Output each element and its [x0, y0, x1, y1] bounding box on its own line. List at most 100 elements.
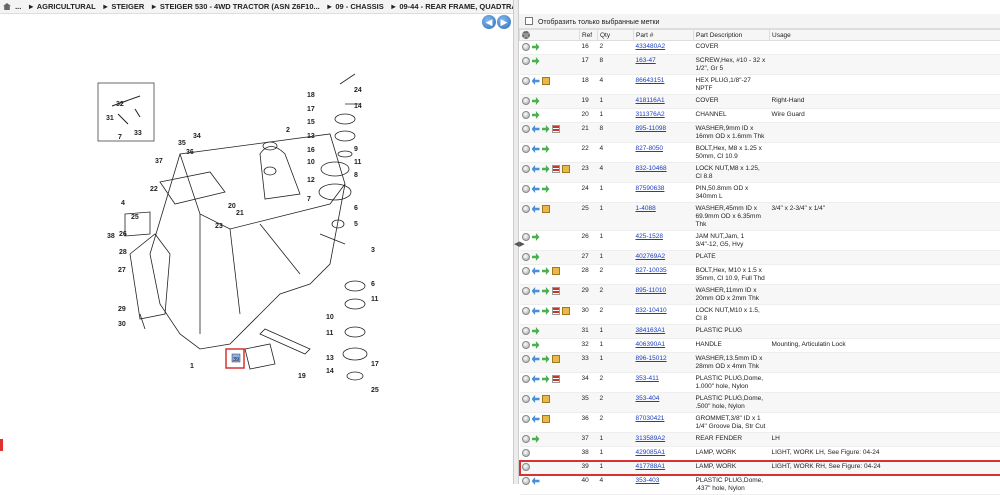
zoom-icon[interactable]	[522, 43, 530, 51]
part-number-link[interactable]: 832-10410	[636, 307, 667, 314]
go-arrow-icon[interactable]	[542, 125, 550, 133]
go-arrow-icon[interactable]	[532, 233, 540, 241]
part-number-link[interactable]: 353-403	[636, 477, 660, 484]
back-arrow-icon[interactable]	[532, 287, 540, 295]
back-arrow-icon[interactable]	[532, 395, 540, 403]
table-row[interactable]: 218895-11098WASHER,9mm ID x 16mm OD x 1.…	[520, 123, 1000, 143]
zoom-icon[interactable]	[522, 375, 530, 383]
zoom-icon[interactable]	[522, 205, 530, 213]
table-row[interactable]: 261425-1528JAM NUT,Jam, 1 3/4"-12, G5, H…	[520, 231, 1000, 251]
go-arrow-icon[interactable]	[542, 267, 550, 275]
go-arrow-icon[interactable]	[532, 341, 540, 349]
go-arrow-icon[interactable]	[532, 111, 540, 119]
breadcrumb-item[interactable]: ► 09 - CHASSIS	[326, 2, 384, 11]
table-row[interactable]: 391417788A1LAMP, WORKLIGHT, WORK RH, See…	[520, 461, 1000, 475]
go-arrow-icon[interactable]	[542, 355, 550, 363]
go-arrow-icon[interactable]	[542, 307, 550, 315]
manual-icon[interactable]	[552, 165, 560, 173]
table-row[interactable]: 282827-10035BOLT,Hex, M10 x 1.5 x 35mm, …	[520, 265, 1000, 285]
zoom-icon[interactable]	[522, 435, 530, 443]
settings-icon[interactable]	[522, 31, 530, 39]
header-qty[interactable]: Qty	[598, 30, 634, 41]
package-icon[interactable]	[562, 165, 570, 173]
table-row[interactable]: 352353-404PLASTIC PLUG,Dome, .500" hole,…	[520, 393, 1000, 413]
zoom-icon[interactable]	[522, 463, 530, 471]
part-number-link[interactable]: 402769A2	[636, 253, 666, 260]
part-number-link[interactable]: 418116A1	[636, 97, 665, 104]
part-number-link[interactable]: 827-8050	[636, 145, 663, 152]
table-row[interactable]: 311384163A1PLASTIC PLUG	[520, 325, 1000, 339]
table-row[interactable]: 342353-411PLASTIC PLUG,Dome, 1.000" hole…	[520, 373, 1000, 393]
table-row[interactable]: 292895-11010WASHER,11mm ID x 20mm OD x 2…	[520, 285, 1000, 305]
zoom-icon[interactable]	[522, 449, 530, 457]
package-icon[interactable]	[562, 307, 570, 315]
breadcrumb-item[interactable]: ► AGRICULTURAL	[27, 2, 95, 11]
manual-icon[interactable]	[552, 287, 560, 295]
part-number-link[interactable]: 417788A1	[636, 463, 666, 470]
table-row[interactable]: 371313589A2REAR FENDERLH	[520, 433, 1000, 447]
go-arrow-icon[interactable]	[542, 375, 550, 383]
splitter-grip-icon[interactable]: ◀▶	[514, 240, 518, 250]
go-arrow-icon[interactable]	[532, 97, 540, 105]
header-desc[interactable]: Part Description	[694, 30, 770, 41]
part-number-link[interactable]: 384163A1	[636, 327, 666, 334]
back-arrow-icon[interactable]	[532, 375, 540, 383]
manual-icon[interactable]	[552, 375, 560, 383]
part-number-link[interactable]: 87030421	[636, 415, 665, 422]
breadcrumb-item[interactable]: ► STEIGER	[102, 2, 144, 11]
zoom-icon[interactable]	[522, 97, 530, 105]
package-icon[interactable]	[542, 415, 550, 423]
part-number-link[interactable]: 1-4088	[636, 205, 656, 212]
part-number-link[interactable]: 895-11010	[636, 287, 667, 294]
package-icon[interactable]	[552, 267, 560, 275]
table-row[interactable]: 191418116A1COVERRight-Hand	[520, 95, 1000, 109]
part-number-link[interactable]: 895-11098	[636, 125, 667, 132]
table-row[interactable]: 24187590638PIN,50.8mm OD x 340mm L	[520, 183, 1000, 203]
package-icon[interactable]	[542, 395, 550, 403]
package-icon[interactable]	[542, 205, 550, 213]
zoom-icon[interactable]	[522, 341, 530, 349]
zoom-icon[interactable]	[522, 165, 530, 173]
back-arrow-icon[interactable]	[532, 145, 540, 153]
go-arrow-icon[interactable]	[542, 287, 550, 295]
back-arrow-icon[interactable]	[532, 355, 540, 363]
header-part[interactable]: Part #	[634, 30, 694, 41]
zoom-icon[interactable]	[522, 185, 530, 193]
part-number-link[interactable]: 353-404	[636, 395, 660, 402]
part-number-link[interactable]: 163-47	[636, 57, 656, 64]
go-arrow-icon[interactable]	[542, 145, 550, 153]
back-arrow-icon[interactable]	[532, 77, 540, 85]
zoom-icon[interactable]	[522, 287, 530, 295]
header-ref[interactable]: Ref	[580, 30, 598, 41]
zoom-icon[interactable]	[522, 145, 530, 153]
go-arrow-icon[interactable]	[542, 185, 550, 193]
part-number-link[interactable]: 406390A1	[636, 341, 666, 348]
part-number-link[interactable]: 86643151	[636, 77, 665, 84]
back-arrow-icon[interactable]	[532, 307, 540, 315]
table-row[interactable]: 178163-47SCREW,Hex, #10 - 32 x 1/2", Gr …	[520, 55, 1000, 75]
table-row[interactable]: 321406390A1HANDLEMounting, Articulatin L…	[520, 339, 1000, 353]
table-row[interactable]: 302832-10410LOCK NUT,M10 x 1.5, Cl 8	[520, 305, 1000, 325]
package-icon[interactable]	[552, 355, 560, 363]
zoom-icon[interactable]	[522, 111, 530, 119]
part-number-link[interactable]: 429085A1	[636, 449, 666, 456]
zoom-icon[interactable]	[522, 307, 530, 315]
zoom-icon[interactable]	[522, 233, 530, 241]
breadcrumb-item[interactable]: ...	[15, 2, 21, 11]
part-number-link[interactable]: 425-1528	[636, 233, 663, 240]
zoom-icon[interactable]	[522, 327, 530, 335]
part-number-link[interactable]: 87590638	[636, 185, 665, 192]
home-icon[interactable]	[3, 3, 11, 10]
zoom-icon[interactable]	[522, 415, 530, 423]
part-number-link[interactable]: 827-10035	[636, 267, 667, 274]
go-arrow-icon[interactable]	[532, 43, 540, 51]
table-row[interactable]: 201311376A2CHANNELWire Guard	[520, 109, 1000, 123]
package-icon[interactable]	[542, 77, 550, 85]
part-number-link[interactable]: 896-15012	[636, 355, 667, 362]
go-arrow-icon[interactable]	[532, 327, 540, 335]
back-arrow-icon[interactable]	[532, 125, 540, 133]
table-row[interactable]: 271402769A2PLATE	[520, 251, 1000, 265]
manual-icon[interactable]	[552, 307, 560, 315]
header-usage[interactable]: Usage	[770, 30, 1000, 41]
part-number-link[interactable]: 433480A2	[636, 43, 666, 50]
